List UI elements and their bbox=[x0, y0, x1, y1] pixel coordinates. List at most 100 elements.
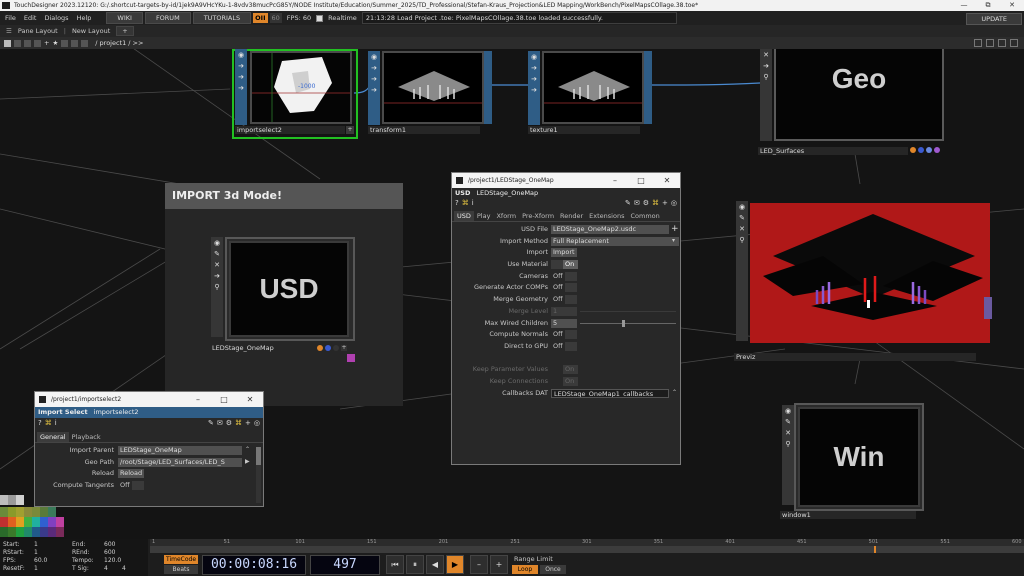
tab-general[interactable]: General bbox=[37, 432, 69, 442]
close-button[interactable]: ✕ bbox=[1000, 0, 1024, 11]
end-value[interactable]: 600 bbox=[104, 541, 115, 549]
add-param-icon[interactable]: + bbox=[662, 199, 668, 209]
callbacks-dat-field[interactable]: LEDStage_OneMap1_callbacks bbox=[551, 388, 669, 398]
merge-level-field[interactable]: 1 bbox=[551, 306, 577, 316]
dialog-minimize-button[interactable]: – bbox=[185, 392, 211, 407]
merge-level-slider[interactable] bbox=[580, 310, 676, 312]
dialog-maximize-button[interactable]: □ bbox=[211, 392, 237, 407]
geo-path-arrow-icon[interactable]: ▶ bbox=[245, 458, 250, 465]
tangents-toggle[interactable] bbox=[132, 481, 144, 491]
node-importselect2[interactable]: ◉ ➔ ➔ ➔ -1000 importselect2 + bbox=[232, 49, 358, 139]
dir-icon[interactable] bbox=[71, 39, 79, 47]
node-arrow-icon[interactable]: ➔ bbox=[531, 64, 537, 72]
play-forward-button[interactable]: ▶ bbox=[446, 555, 464, 574]
node-usd[interactable]: ◉ ✎ ✕ ➔ ⚲ USD LEDStage_OneMap + bbox=[210, 237, 356, 362]
node-viewer-icon[interactable]: ◉ bbox=[739, 203, 745, 211]
normals-toggle[interactable] bbox=[565, 330, 577, 340]
node-add-icon[interactable]: + bbox=[341, 345, 347, 351]
node-pen-icon[interactable]: ✎ bbox=[739, 214, 745, 222]
add-file-icon[interactable]: + bbox=[671, 224, 679, 234]
comment-icon[interactable]: ✉ bbox=[217, 419, 223, 429]
node-pen-icon[interactable]: ✎ bbox=[214, 250, 220, 258]
frame-display[interactable]: 497 bbox=[310, 555, 380, 575]
grid-icon[interactable] bbox=[81, 39, 89, 47]
flag-orange-icon[interactable] bbox=[317, 345, 323, 351]
node-lock-icon[interactable]: ⚲ bbox=[214, 283, 219, 291]
node-texture1[interactable]: ◉ ➔ ➔ ➔ texture1 bbox=[528, 51, 652, 134]
cameras-toggle[interactable] bbox=[565, 271, 577, 281]
toggle-off-part[interactable] bbox=[551, 260, 563, 270]
wrench-icon[interactable]: ⚙ bbox=[226, 419, 232, 429]
node-viewer-icon[interactable]: ◉ bbox=[371, 53, 377, 61]
dialog-maximize-button[interactable]: □ bbox=[628, 173, 654, 188]
path-menu-icon[interactable]: ⌃ bbox=[245, 446, 250, 453]
node-close-icon[interactable]: ✕ bbox=[785, 429, 791, 437]
grid-view-icon[interactable] bbox=[998, 39, 1006, 47]
node-add-icon[interactable]: + bbox=[346, 126, 354, 134]
node-viewer-icon[interactable]: ◉ bbox=[238, 51, 244, 59]
import-button[interactable]: Import bbox=[551, 248, 577, 258]
rend-value[interactable]: 600 bbox=[104, 549, 115, 557]
add-param-icon[interactable]: + bbox=[245, 419, 251, 429]
dialog-scrollbar[interactable] bbox=[256, 447, 261, 503]
loop-toggle[interactable]: Loop bbox=[512, 565, 538, 574]
annotation-title[interactable]: IMPORT 3d Mode! bbox=[165, 183, 403, 209]
op-name[interactable]: importselect2 bbox=[94, 408, 139, 416]
update-button[interactable]: UPDATE bbox=[966, 13, 1022, 25]
target-icon[interactable]: ◎ bbox=[671, 199, 677, 209]
node-label[interactable]: importselect2 bbox=[235, 126, 345, 134]
restore-button[interactable]: ⧉ bbox=[976, 0, 1000, 11]
tsig-denominator[interactable]: 4 bbox=[122, 565, 126, 573]
forward-icon[interactable] bbox=[24, 39, 31, 47]
tab-usd[interactable]: USD bbox=[454, 211, 474, 221]
usd-file-field[interactable]: LEDStage_OneMap2.usdc bbox=[551, 225, 669, 234]
node-arrow2-icon[interactable]: ➔ bbox=[531, 75, 537, 83]
node-lock-icon[interactable]: ⚲ bbox=[739, 236, 744, 244]
dialog-close-button[interactable]: ✕ bbox=[237, 392, 263, 407]
menu-edit[interactable]: Edit bbox=[21, 14, 40, 22]
merge-toggle[interactable] bbox=[565, 295, 577, 305]
tree-icon[interactable] bbox=[61, 39, 69, 47]
flag-blue-icon[interactable] bbox=[918, 147, 924, 153]
node-viewer-icon[interactable]: ◉ bbox=[214, 239, 220, 247]
gpu-toggle[interactable] bbox=[565, 341, 577, 351]
slider-handle[interactable] bbox=[622, 319, 625, 327]
tab-play[interactable]: Play bbox=[474, 211, 494, 221]
tab-playback[interactable]: Playback bbox=[69, 432, 104, 442]
node-viewer-icon[interactable]: ◉ bbox=[785, 407, 791, 415]
tab-pre-xform[interactable]: Pre-Xform bbox=[519, 211, 557, 221]
node-label[interactable]: transform1 bbox=[368, 126, 480, 134]
python2-icon[interactable]: ⌘ bbox=[652, 199, 659, 209]
max-wired-field[interactable]: 5 bbox=[551, 318, 577, 328]
dialog-titlebar[interactable]: /project1/LEDStage_OneMap – □ ✕ bbox=[452, 173, 680, 188]
timeline-track[interactable] bbox=[150, 546, 1024, 553]
new-layout-label[interactable]: New Layout bbox=[72, 27, 110, 35]
keep-values-toggle[interactable]: On bbox=[563, 365, 578, 375]
menu-file[interactable]: File bbox=[2, 14, 19, 22]
python2-icon[interactable]: ⌘ bbox=[235, 419, 242, 429]
geo-path-field[interactable]: /root/Stage/LED_Surfaces/LED_S bbox=[118, 457, 242, 467]
star-icon[interactable]: ★ bbox=[52, 39, 58, 47]
node-arrow2-icon[interactable]: ➔ bbox=[371, 75, 377, 83]
time-display[interactable]: 00:00:08:16 bbox=[202, 555, 306, 575]
node-label[interactable]: window1 bbox=[780, 511, 916, 519]
comment-icon[interactable]: ✉ bbox=[634, 199, 640, 209]
network-path[interactable]: / project1 / >> bbox=[95, 39, 143, 47]
keep-connections-toggle[interactable]: On bbox=[563, 376, 578, 386]
node-arrow3-icon[interactable]: ➔ bbox=[371, 86, 377, 94]
up-icon[interactable] bbox=[34, 39, 41, 47]
node-lock-icon[interactable]: ⚲ bbox=[763, 73, 768, 81]
node-label[interactable]: LED_Surfaces bbox=[758, 147, 908, 155]
menu-help[interactable]: Help bbox=[74, 14, 95, 22]
node-arrow3-icon[interactable]: ➔ bbox=[531, 86, 537, 94]
node-label[interactable]: texture1 bbox=[528, 126, 640, 134]
menu-dialogs[interactable]: Dialogs bbox=[41, 14, 71, 22]
pane-layout-label[interactable]: Pane Layout bbox=[18, 27, 58, 35]
usd-parameter-dialog[interactable]: /project1/LEDStage_OneMap – □ ✕ USD LEDS… bbox=[451, 172, 681, 465]
node-close-icon[interactable]: ✕ bbox=[763, 51, 769, 59]
rstart-value[interactable]: 1 bbox=[34, 549, 38, 557]
node-viewer-icon[interactable]: ◉ bbox=[531, 53, 537, 61]
fps-value[interactable]: 60.0 bbox=[34, 557, 47, 565]
node-pen-icon[interactable]: ✎ bbox=[785, 418, 791, 426]
forum-button[interactable]: FORUM bbox=[144, 12, 191, 24]
